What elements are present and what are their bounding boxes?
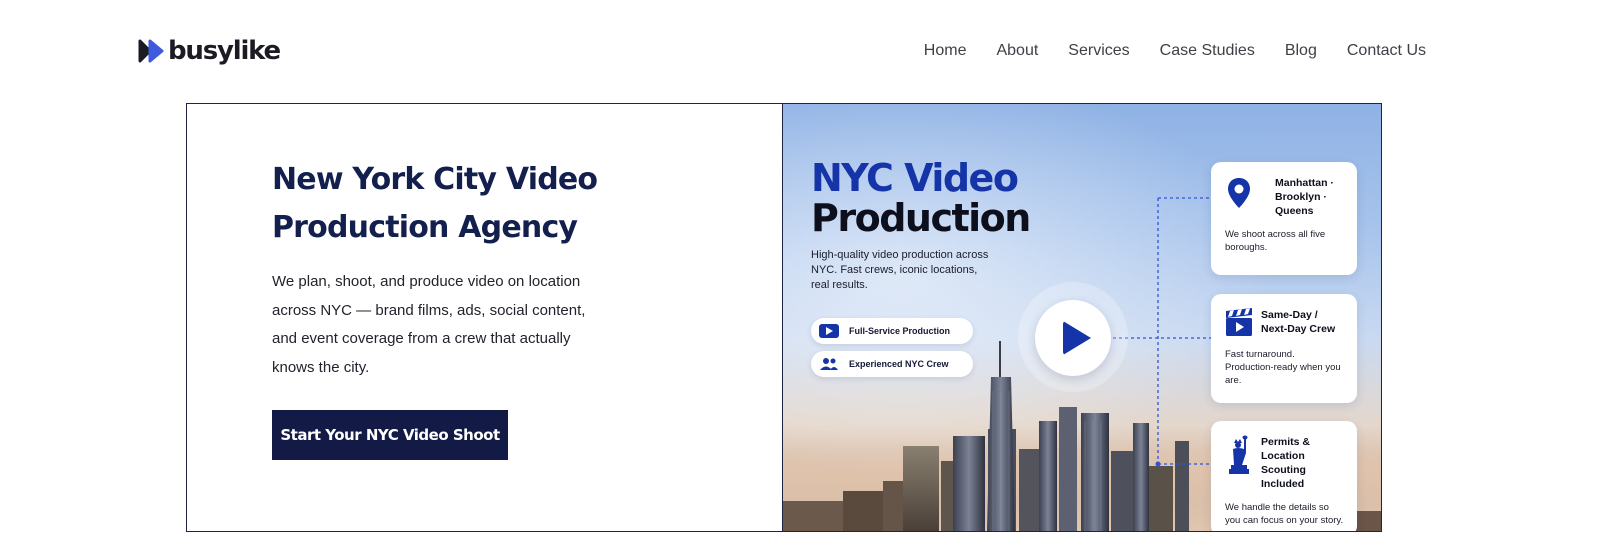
nav-home[interactable]: Home [924,42,967,60]
statue-of-liberty-icon [1229,435,1249,474]
card-boroughs: Manhattan · Brooklyn · Queens We shoot a… [1211,162,1357,275]
nav-case-studies[interactable]: Case Studies [1160,42,1255,60]
card-text: We shoot across all five boroughs. [1225,229,1326,253]
main-nav: Home About Services Case Studies Blog Co… [924,42,1426,60]
card-permits: Permits & Location Scouting Included We … [1211,421,1357,531]
card-same-day-crew: Same-Day / Next-Day Crew Fast turnaround… [1211,294,1357,403]
nav-blog[interactable]: Blog [1285,42,1317,60]
page: busylike Home About Services Case Studie… [0,0,1600,560]
card-title: Same-Day / Next-Day Crew [1261,309,1336,335]
location-pin-icon [1228,178,1250,208]
hero-title: New York City Video Production Agency [272,162,598,245]
play-video-button[interactable] [1035,300,1111,376]
clapperboard-icon [1226,308,1252,336]
card-text: We handle the details so you can focus o… [1225,502,1344,526]
card-title: Manhattan · Brooklyn · Queens [1275,177,1334,217]
hero-section: New York City Video Production Agency We… [186,103,1382,532]
card-text: Fast turnaround. Production-ready when y… [1225,349,1341,386]
brand-logo[interactable]: busylike [138,36,281,66]
card-title: Permits & Location Scouting Included [1261,436,1311,490]
brand-name: busylike [168,36,281,66]
hero-copy: New York City Video Production Agency We… [187,104,783,531]
hero-visual: NYC Video Production High-quality video … [783,104,1381,531]
hero-description: We plan, shoot, and produce video on loc… [272,273,586,376]
nav-contact-us[interactable]: Contact Us [1347,42,1426,60]
start-shoot-button[interactable]: Start Your NYC Video Shoot [272,410,508,460]
nav-about[interactable]: About [996,42,1038,60]
logo-mark-icon [138,39,164,63]
nav-services[interactable]: Services [1068,42,1129,60]
